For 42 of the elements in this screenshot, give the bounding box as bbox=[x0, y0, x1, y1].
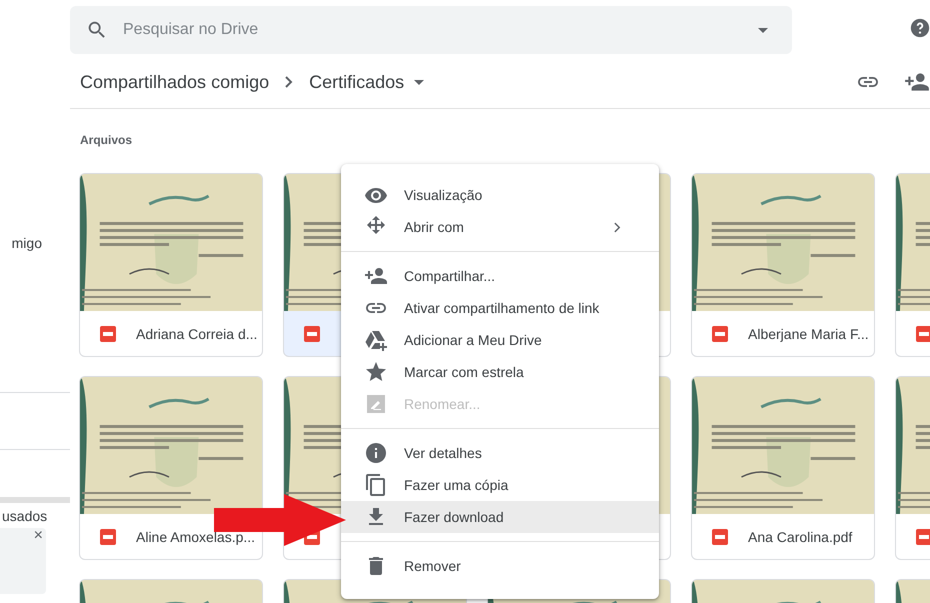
file-name: Alberjane Maria F... bbox=[748, 326, 869, 342]
menu-item[interactable]: Ativar compartilhamento de link bbox=[341, 292, 659, 324]
drive-add-icon bbox=[364, 328, 388, 352]
menu-item[interactable]: Remover bbox=[341, 550, 659, 582]
storage-bar bbox=[0, 497, 70, 503]
menu-item[interactable]: Fazer download bbox=[341, 501, 659, 533]
file-card[interactable]: Aline Amoxelas.p... bbox=[79, 376, 263, 560]
chevron-icon bbox=[614, 222, 621, 232]
file-name: Ana Carolina.pdf bbox=[748, 528, 852, 544]
menu-item[interactable]: Visualização bbox=[341, 179, 659, 211]
copy-icon bbox=[364, 473, 388, 497]
file-card[interactable]: Alberjane Maria F... bbox=[691, 173, 875, 357]
menu-item[interactable]: Ver detalhes bbox=[341, 437, 659, 469]
help-icon[interactable] bbox=[909, 17, 930, 39]
edit-icon bbox=[364, 392, 388, 416]
pdf-icon bbox=[100, 326, 116, 342]
sidebar-item[interactable]: migo bbox=[12, 235, 42, 251]
file-card[interactable]: Ana Carolina.pdf bbox=[691, 376, 875, 560]
menu-item[interactable]: Adicionar a Meu Drive bbox=[341, 324, 659, 356]
storage-text: usados bbox=[2, 508, 48, 524]
file-name: Aline Amoxelas.p... bbox=[136, 528, 256, 544]
menu-item[interactable]: Compartilhar... bbox=[341, 260, 659, 292]
close-button[interactable]: × bbox=[30, 528, 46, 544]
pdf-icon bbox=[100, 528, 116, 544]
pdf-icon bbox=[712, 326, 728, 342]
search-field[interactable]: Pesquisar no Drive bbox=[70, 6, 792, 54]
folder-dropdown[interactable]: Certificados bbox=[309, 72, 424, 92]
menu-item[interactable]: Marcar com estrela bbox=[341, 356, 659, 388]
caret-icon bbox=[414, 80, 424, 84]
breadcrumb-link[interactable]: Compartilhados comigo bbox=[80, 72, 270, 92]
pdf-icon bbox=[916, 326, 930, 342]
pdf-icon bbox=[712, 528, 728, 544]
info-icon bbox=[364, 441, 388, 465]
pdf-icon bbox=[304, 326, 320, 342]
file-name: Adriana Correia d... bbox=[136, 326, 258, 342]
menu-item[interactable]: Fazer uma cópia bbox=[341, 469, 659, 501]
file-card[interactable]: Adriana Correia d... bbox=[79, 173, 263, 357]
section-title: Arquivos bbox=[79, 132, 134, 149]
caret-icon[interactable] bbox=[758, 28, 768, 33]
chevron-icon bbox=[285, 76, 294, 88]
menu-item[interactable]: Abrir com bbox=[341, 211, 659, 243]
pdf-icon bbox=[916, 528, 930, 544]
